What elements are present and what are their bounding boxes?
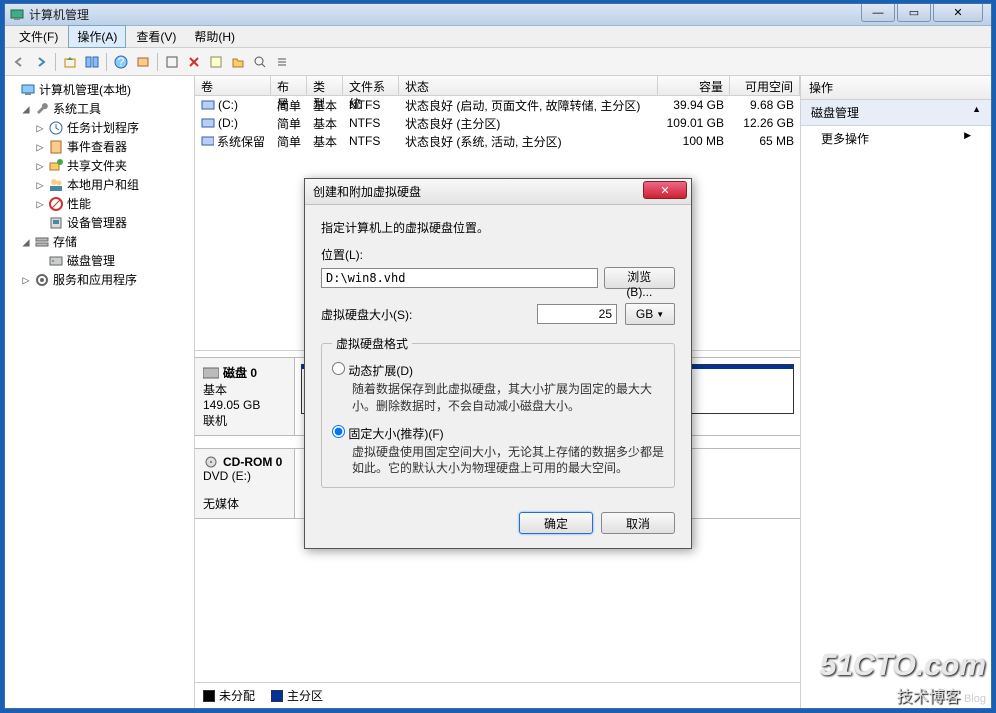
dialog-title: 创建和附加虚拟硬盘 (305, 179, 691, 205)
actions-section-disk[interactable]: 磁盘管理▲ (801, 100, 991, 126)
volume-row[interactable]: (C:)简单基本NTFS状态良好 (启动, 页面文件, 故障转储, 主分区)39… (195, 96, 800, 114)
search-icon[interactable] (250, 52, 270, 72)
create-vhd-dialog: 创建和附加虚拟硬盘 ✕ 指定计算机上的虚拟硬盘位置。 位置(L): 浏览(B).… (304, 178, 692, 549)
list-icon[interactable] (272, 52, 292, 72)
actions-pane: 操作 磁盘管理▲ 更多操作▶ (801, 76, 991, 708)
refresh-button[interactable] (133, 52, 153, 72)
size-unit-select[interactable]: GB▼ (625, 303, 675, 325)
delete-icon[interactable] (184, 52, 204, 72)
menu-view[interactable]: 查看(V) (128, 26, 184, 47)
app-icon (9, 7, 25, 23)
cancel-button[interactable]: 取消 (601, 512, 675, 534)
minimize-button[interactable]: — (861, 4, 895, 22)
dialog-close-button[interactable]: ✕ (643, 181, 687, 199)
format-legend: 虚拟硬盘格式 (332, 335, 412, 352)
tree-node-5[interactable]: ▷本地用户和组 (7, 175, 192, 194)
svg-text:?: ? (118, 55, 125, 69)
up-button[interactable] (60, 52, 80, 72)
close-button[interactable]: ✕ (933, 4, 983, 22)
view-panes-button[interactable] (82, 52, 102, 72)
tree-node-10[interactable]: ▷服务和应用程序 (7, 270, 192, 289)
toolbar: ? (5, 48, 991, 76)
menubar: 文件(F) 操作(A) 查看(V) 帮助(H) (5, 26, 991, 48)
menu-action[interactable]: 操作(A) (68, 25, 126, 48)
legend-bar: 未分配 主分区 (195, 682, 800, 708)
size-label: 虚拟硬盘大小(S): (321, 306, 529, 323)
maximize-button[interactable]: ▭ (897, 4, 931, 22)
dialog-instruction: 指定计算机上的虚拟硬盘位置。 (321, 219, 675, 236)
menu-help[interactable]: 帮助(H) (186, 26, 243, 47)
dynamic-desc: 随着数据保存到此虚拟硬盘，其大小扩展为固定的最大大小。删除数据时，不会自动减小磁… (352, 381, 664, 415)
location-input[interactable] (321, 268, 598, 288)
tree-node-6[interactable]: ▷性能 (7, 194, 192, 213)
tree-node-1[interactable]: ◢系统工具 (7, 99, 192, 118)
disk-0-title: 磁盘 0 (223, 364, 257, 381)
back-button[interactable] (9, 52, 29, 72)
window-title: 计算机管理 (29, 6, 987, 23)
watermark: 51CTO.com 技术博客 Blog (820, 649, 986, 707)
dynamic-radio[interactable]: 动态扩展(D) (332, 364, 413, 378)
fixed-radio[interactable]: 固定大小(推荐)(F) (332, 427, 444, 441)
location-label: 位置(L): (321, 246, 675, 263)
browse-button[interactable]: 浏览(B)... (604, 267, 675, 289)
folder-icon[interactable] (228, 52, 248, 72)
tree-node-4[interactable]: ▷共享文件夹 (7, 156, 192, 175)
forward-button[interactable] (31, 52, 51, 72)
size-input[interactable] (537, 304, 617, 324)
volume-row[interactable]: (D:)简单基本NTFS状态良好 (主分区)109.01 GB12.26 GB (195, 114, 800, 132)
volumes-header: 卷 布局 类型 文件系统 状态 容量 可用空间 (195, 76, 800, 96)
ok-button[interactable]: 确定 (519, 512, 593, 534)
tree-node-9[interactable]: 磁盘管理 (7, 251, 192, 270)
titlebar: 计算机管理 — ▭ ✕ (5, 4, 991, 26)
cdrom-title: CD-ROM 0 (223, 455, 282, 469)
tree-node-2[interactable]: ▷任务计划程序 (7, 118, 192, 137)
volume-row[interactable]: 系统保留简单基本NTFS状态良好 (系统, 活动, 主分区)100 MB65 M… (195, 132, 800, 150)
tree-node-8[interactable]: ◢存储 (7, 232, 192, 251)
help-button[interactable]: ? (111, 52, 131, 72)
properties-icon[interactable] (206, 52, 226, 72)
nav-tree[interactable]: 计算机管理(本地)◢系统工具▷任务计划程序▷事件查看器▷共享文件夹▷本地用户和组… (5, 76, 195, 708)
fixed-desc: 虚拟硬盘使用固定空间大小，无论其上存储的数据多少都是如此。它的默认大小为物理硬盘… (352, 444, 664, 478)
actions-header: 操作 (801, 76, 991, 100)
tree-node-7[interactable]: 设备管理器 (7, 213, 192, 232)
actions-more[interactable]: 更多操作▶ (801, 126, 991, 151)
format-fieldset: 虚拟硬盘格式 动态扩展(D) 随着数据保存到此虚拟硬盘，其大小扩展为固定的最大大… (321, 335, 675, 488)
tree-node-0[interactable]: 计算机管理(本地) (7, 80, 192, 99)
menu-file[interactable]: 文件(F) (11, 26, 66, 47)
tool-icon-1[interactable] (162, 52, 182, 72)
tree-node-3[interactable]: ▷事件查看器 (7, 137, 192, 156)
